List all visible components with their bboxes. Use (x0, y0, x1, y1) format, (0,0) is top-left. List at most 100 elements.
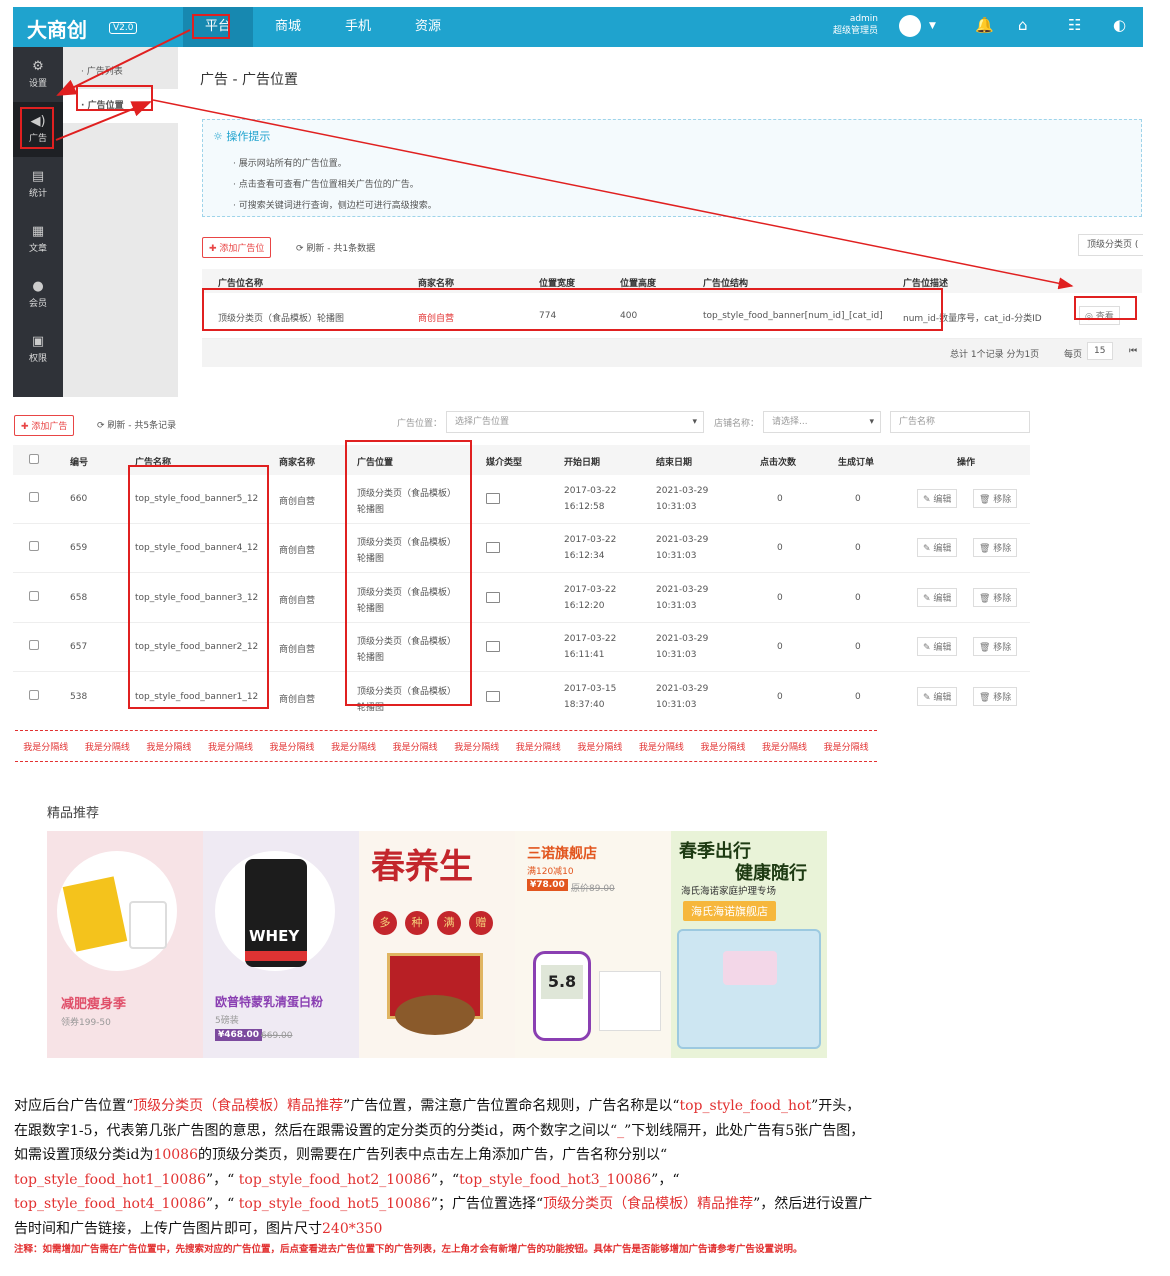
note-text: 注释：如需增加广告需在广告位置中，先搜索对应的广告位置，后点查看进去广告位置下的… (14, 1244, 803, 1255)
position-label: 广告位置： (397, 419, 443, 429)
cell-merchant[interactable]: 商创自营 (279, 593, 315, 606)
desc-text: ”；广告位置选择“ (430, 1196, 544, 1212)
col-header: 点击次数 (760, 458, 797, 468)
cell-start-time: 16:11:41 (564, 650, 605, 661)
edit-label: 编辑 (933, 643, 952, 654)
select-all-checkbox[interactable] (29, 454, 39, 464)
first-aid-kit-image (677, 929, 821, 1049)
banner-sub: 领券199-50 (61, 1018, 111, 1028)
desc-highlight: 10086 (153, 1147, 198, 1163)
badge: 赠 (469, 911, 493, 935)
remove-button[interactable]: 🗑 移除 (973, 587, 1018, 607)
image-icon[interactable] (486, 690, 500, 702)
trash-icon: 🗑 (979, 544, 994, 555)
row-checkbox[interactable] (29, 640, 39, 651)
cell-orders: 0 (855, 592, 861, 603)
cell-end-date: 2021-03-29 (656, 634, 709, 645)
image-icon[interactable] (486, 641, 500, 653)
badge: 种 (405, 911, 429, 935)
desc-text: ”广告位置，需注意广告位置命名规则，广告名称是以“ (343, 1098, 680, 1114)
cell-orders: 0 (855, 691, 861, 702)
remove-label: 移除 (993, 593, 1012, 604)
featured-title: 精品推荐 (47, 806, 100, 821)
banner-title-2: 健康随行 (735, 863, 807, 884)
banner-sannuo[interactable]: 三诺旗舰店 满120减10 ¥78.00 原价89.00 5.8 (515, 831, 671, 1058)
cell-start-time: 16:12:58 (564, 502, 605, 512)
edit-button[interactable]: ✎ 编辑 (917, 637, 958, 657)
product-jar-image (129, 901, 167, 949)
cell-merchant[interactable]: 商创自营 (279, 642, 315, 655)
cell-start-date: 2017-03-22 (564, 486, 617, 496)
cell-id: 660 (70, 494, 88, 504)
row-checkbox[interactable] (29, 689, 39, 700)
cell-clicks: 0 (777, 543, 783, 554)
refresh-button[interactable]: ⟳ 刷新 - 共5条记录 (97, 418, 176, 431)
banner-haishi[interactable]: 春季出行 健康随行 海氏海诺家庭护理专场 海氏海诺旗舰店 (671, 831, 827, 1058)
cell-end-time: 10:31:03 (656, 650, 697, 661)
dashed-line (15, 761, 877, 762)
whey-label: WHEY (249, 927, 300, 945)
row-checkbox[interactable] (29, 492, 39, 502)
image-icon[interactable] (486, 493, 500, 504)
position-select[interactable]: 选择广告位置 ▾ (446, 411, 704, 433)
cell-end-time: 10:31:03 (656, 600, 697, 611)
banner-sub: 满120减10 (527, 867, 574, 877)
trash-icon: 🗑 (979, 643, 994, 654)
cell-start-time: 16:12:34 (564, 551, 605, 562)
separator-text: 我是分隔线 (638, 743, 684, 753)
cell-merchant[interactable]: 商创自营 (279, 692, 315, 705)
desc-highlight: 顶级分类页（食品模板）精品推荐 (133, 1098, 344, 1114)
desc-highlight: top_style_food_hot (679, 1098, 812, 1114)
col-header: 媒介类型 (486, 458, 523, 468)
col-header: 编号 (70, 458, 89, 468)
edit-label: 编辑 (933, 544, 952, 555)
shop-select[interactable]: 请选择... ▾ (763, 411, 881, 433)
remove-button[interactable]: 🗑 移除 (973, 489, 1018, 508)
add-ad-button[interactable]: ✚ 添加广告 (14, 415, 75, 436)
remove-button[interactable]: 🗑 移除 (973, 637, 1018, 657)
shop-label: 店铺名称： (714, 419, 760, 429)
cell-end-date: 2021-03-29 (656, 535, 709, 546)
row-checkbox[interactable] (29, 590, 39, 601)
arrow-line (55, 101, 152, 141)
cell-clicks: 0 (777, 642, 783, 653)
cell-end-date: 2021-03-29 (656, 486, 709, 496)
cell-clicks: 0 (777, 494, 783, 504)
row-checkbox[interactable] (29, 541, 39, 552)
highlight-box (128, 465, 269, 709)
chevron-down-icon: ▾ (692, 417, 697, 427)
remove-button[interactable]: 🗑 移除 (973, 686, 1018, 706)
image-icon[interactable] (486, 542, 500, 554)
edit-button[interactable]: ✎ 编辑 (917, 587, 958, 607)
cell-merchant[interactable]: 商创自营 (279, 543, 315, 556)
banner-spring[interactable]: 春养生 多 种 满 赠 (359, 831, 515, 1058)
trash-icon: 🗑 (979, 692, 994, 703)
badge: 满 (437, 911, 461, 935)
remove-label: 移除 (993, 643, 1012, 654)
col-header: 开始日期 (564, 458, 601, 468)
desc-highlight: top_style_food_hot5_10086 (234, 1196, 431, 1212)
banner-title: 春养生 (371, 847, 473, 887)
edit-button[interactable]: ✎ 编辑 (917, 686, 958, 706)
cell-start-time: 18:37:40 (564, 699, 605, 710)
position-placeholder: 选择广告位置 (455, 417, 510, 427)
remove-button[interactable]: 🗑 移除 (973, 538, 1018, 558)
edit-button[interactable]: ✎ 编辑 (917, 538, 958, 558)
banner-diet[interactable]: 减肥瘦身季 领券199-50 (47, 831, 203, 1058)
image-icon[interactable] (486, 591, 500, 603)
separator-text: 我是分隔线 (207, 743, 253, 753)
add-label: 添加广告 (31, 422, 68, 432)
food-bowl-image (395, 995, 475, 1035)
badge: 多 (373, 911, 397, 935)
cell-start-date: 2017-03-22 (564, 634, 617, 645)
trash-icon: 🗑 (979, 495, 994, 505)
desc-highlight: top_style_food_hot2_10086 (234, 1171, 431, 1188)
cell-merchant[interactable]: 商创自营 (279, 494, 315, 507)
ad-name-search-input[interactable]: 广告名称 (890, 411, 1030, 433)
cell-start-date: 2017-03-22 (564, 535, 617, 546)
banner-whey[interactable]: WHEY 欧普特蒙乳清蛋白粉 5磅装 ¥468.00 669.00 (203, 831, 359, 1058)
edit-icon: ✎ (923, 643, 934, 654)
dashed-line (15, 730, 877, 731)
separator-text: 我是分隔线 (84, 743, 130, 753)
edit-button[interactable]: ✎ 编辑 (917, 489, 958, 508)
